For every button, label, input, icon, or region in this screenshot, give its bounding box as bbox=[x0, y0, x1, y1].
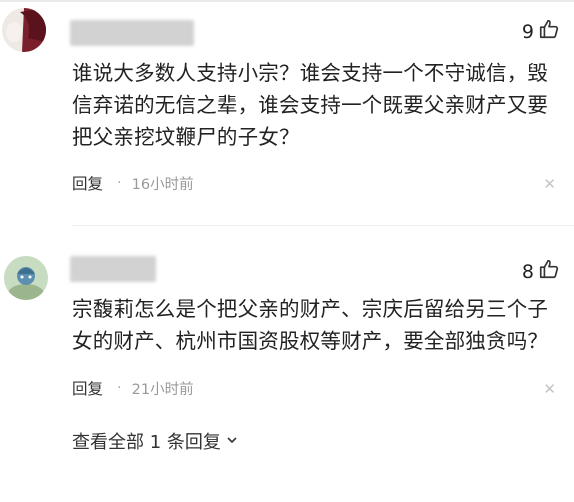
comment-divider bbox=[72, 225, 574, 226]
username-blurred[interactable] bbox=[70, 256, 156, 282]
meta-separator: · bbox=[117, 175, 122, 191]
view-all-replies-label: 查看全部 1 条回复 bbox=[72, 432, 221, 453]
timestamp: 21小时前 bbox=[131, 381, 194, 398]
close-icon[interactable]: ✕ bbox=[543, 381, 556, 397]
avatar[interactable] bbox=[2, 8, 46, 52]
meta-separator: · bbox=[117, 380, 122, 396]
like-count: 8 bbox=[521, 260, 534, 283]
chevron-down-icon bbox=[225, 431, 239, 452]
timestamp: 16小时前 bbox=[131, 176, 194, 193]
comment-text: 宗馥莉怎么是个把父亲的财产、宗庆后留给另三个子女的财产、杭州市国资股权等财产，要… bbox=[72, 297, 549, 353]
reply-button[interactable]: 回复 bbox=[72, 377, 103, 399]
comment-meta: 回复 · 21小时前 bbox=[72, 377, 194, 399]
reply-button[interactable]: 回复 bbox=[72, 172, 103, 194]
like-button[interactable]: 8 bbox=[522, 258, 560, 285]
like-button[interactable]: 9 bbox=[522, 18, 560, 45]
like-count: 9 bbox=[521, 20, 534, 43]
comment-text: 谁说大多数人支持小宗？谁会支持一个不守诚信，毁信弃诺的无信之辈，谁会支持一个既要… bbox=[72, 61, 549, 149]
top-divider bbox=[0, 0, 574, 2]
view-all-replies-button[interactable]: 查看全部 1 条回复 bbox=[72, 428, 239, 454]
thumbs-up-icon bbox=[538, 18, 560, 45]
comment-meta: 回复 · 16小时前 bbox=[72, 172, 194, 194]
username-blurred[interactable] bbox=[70, 20, 194, 46]
close-icon[interactable]: ✕ bbox=[543, 176, 556, 192]
avatar[interactable] bbox=[4, 256, 48, 300]
thumbs-up-icon bbox=[538, 258, 560, 285]
